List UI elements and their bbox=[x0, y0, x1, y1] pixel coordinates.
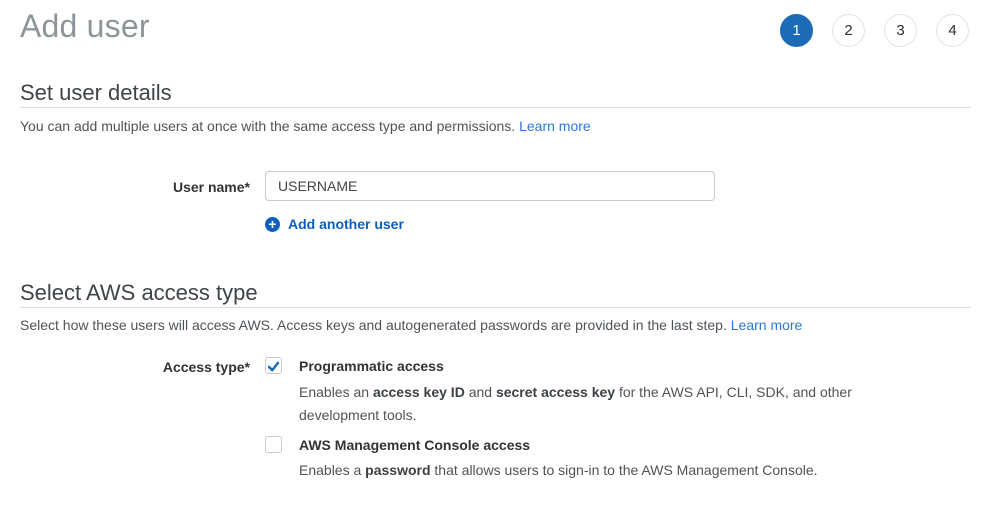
programmatic-access-checkbox[interactable] bbox=[265, 357, 282, 374]
wizard-step-4: 4 bbox=[936, 14, 969, 47]
console-access-title[interactable]: AWS Management Console access bbox=[299, 437, 530, 453]
wizard-step-3: 3 bbox=[884, 14, 917, 47]
section-title-user-details: Set user details bbox=[20, 80, 172, 105]
programmatic-access-title[interactable]: Programmatic access bbox=[299, 358, 444, 374]
section-title-access-type: Select AWS access type bbox=[20, 280, 258, 305]
add-another-user-button[interactable]: Add another user bbox=[265, 216, 404, 232]
username-input[interactable] bbox=[265, 171, 715, 201]
page-title: Add user bbox=[20, 8, 150, 44]
user-details-description-text: You can add multiple users at once with … bbox=[20, 118, 516, 134]
learn-more-link-access-type[interactable]: Learn more bbox=[731, 317, 803, 333]
wizard-step-1: 1 bbox=[780, 14, 813, 47]
access-type-description-text: Select how these users will access AWS. … bbox=[20, 317, 727, 333]
learn-more-link-user-details[interactable]: Learn more bbox=[519, 118, 591, 134]
console-access-checkbox[interactable] bbox=[265, 436, 282, 453]
plus-circle-icon bbox=[265, 216, 280, 232]
add-another-user-label: Add another user bbox=[288, 216, 404, 232]
section-divider bbox=[20, 107, 971, 108]
console-access-description: Enables a password that allows users to … bbox=[299, 462, 818, 478]
programmatic-access-description: Enables an access key ID and secret acce… bbox=[299, 384, 852, 423]
username-label: User name* bbox=[172, 179, 250, 195]
user-details-description: You can add multiple users at once with … bbox=[20, 118, 591, 134]
add-user-page: Add user 1 2 3 4 Set user details You ca… bbox=[0, 0, 991, 507]
checkmark-icon bbox=[267, 361, 280, 371]
section-divider bbox=[20, 307, 971, 308]
wizard-step-indicator: 1 2 3 4 bbox=[780, 14, 969, 47]
wizard-step-2: 2 bbox=[832, 14, 865, 47]
access-type-description: Select how these users will access AWS. … bbox=[20, 317, 802, 333]
access-type-label: Access type* bbox=[162, 359, 250, 375]
